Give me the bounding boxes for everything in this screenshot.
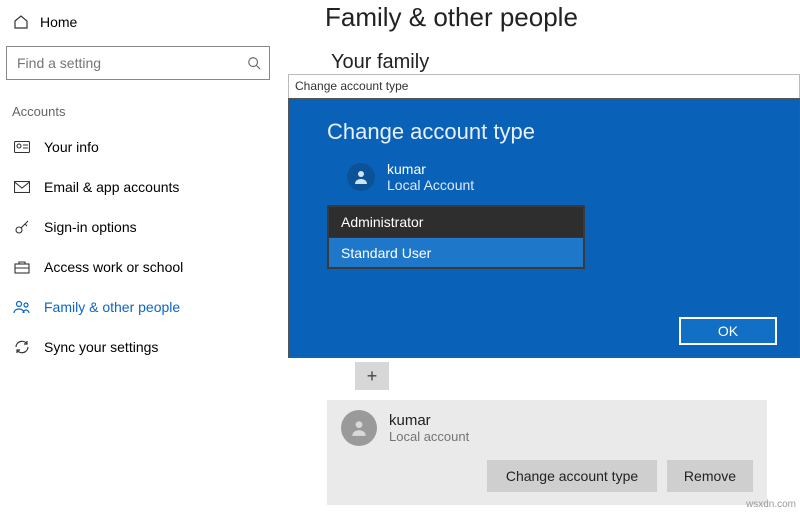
people-icon xyxy=(12,300,32,314)
dropdown-option-standard[interactable]: Standard User xyxy=(329,237,583,267)
add-user-button[interactable]: + xyxy=(355,362,389,390)
search-input[interactable] xyxy=(17,55,247,71)
user-card-sub: Local account xyxy=(389,429,469,444)
settings-sidebar: Home Accounts Your info Email & xyxy=(0,0,280,512)
search-input-container[interactable] xyxy=(6,46,270,80)
remove-button[interactable]: Remove xyxy=(667,460,753,492)
sidebar-item-label: Access work or school xyxy=(44,259,183,275)
sidebar-item-family[interactable]: Family & other people xyxy=(0,287,280,327)
sidebar-item-work[interactable]: Access work or school xyxy=(0,247,280,287)
sidebar-item-sync[interactable]: Sync your settings xyxy=(0,327,280,367)
dropdown-option-administrator[interactable]: Administrator xyxy=(329,207,583,237)
dialog-account-text: kumar Local Account xyxy=(387,161,474,193)
account-type-dropdown[interactable]: Administrator Standard User xyxy=(327,205,585,269)
avatar-icon xyxy=(347,163,375,191)
change-account-type-dialog: Change account type kumar Local Account … xyxy=(288,98,800,358)
user-card-buttons: Change account type Remove xyxy=(341,460,753,492)
ok-button[interactable]: OK xyxy=(679,317,777,345)
home-label: Home xyxy=(40,14,77,30)
sidebar-item-email[interactable]: Email & app accounts xyxy=(0,167,280,207)
dialog-account-sub: Local Account xyxy=(387,177,474,193)
envelope-icon xyxy=(12,181,32,193)
sidebar-section-title: Accounts xyxy=(0,80,280,127)
watermark: wsxdn.com xyxy=(746,499,796,510)
sidebar-item-label: Family & other people xyxy=(44,299,180,315)
dialog-titlebar: Change account type xyxy=(288,74,800,98)
sync-icon xyxy=(12,339,32,355)
change-account-type-button[interactable]: Change account type xyxy=(487,460,657,492)
user-card-text: kumar Local account xyxy=(389,412,469,444)
sidebar-item-label: Your info xyxy=(44,139,99,155)
sidebar-item-label: Sign-in options xyxy=(44,219,137,235)
user-card-name: kumar xyxy=(389,412,469,429)
home-nav[interactable]: Home xyxy=(0,6,280,40)
dialog-account-name: kumar xyxy=(387,161,474,177)
sidebar-nav: Your info Email & app accounts Sign-in o… xyxy=(0,127,280,367)
user-card-header: kumar Local account xyxy=(341,410,753,446)
sidebar-item-label: Email & app accounts xyxy=(44,179,179,195)
avatar-icon xyxy=(341,410,377,446)
sidebar-item-signin[interactable]: Sign-in options xyxy=(0,207,280,247)
home-icon xyxy=(12,14,30,30)
id-card-icon xyxy=(12,141,32,153)
dialog-heading: Change account type xyxy=(289,99,799,161)
user-card: kumar Local account Change account type … xyxy=(327,400,767,505)
sidebar-item-your-info[interactable]: Your info xyxy=(0,127,280,167)
page-title: Family & other people xyxy=(325,0,800,51)
search-icon xyxy=(247,56,261,70)
briefcase-icon xyxy=(12,260,32,274)
dialog-account-row: kumar Local Account xyxy=(289,161,799,205)
sidebar-item-label: Sync your settings xyxy=(44,339,158,355)
key-icon xyxy=(12,219,32,235)
